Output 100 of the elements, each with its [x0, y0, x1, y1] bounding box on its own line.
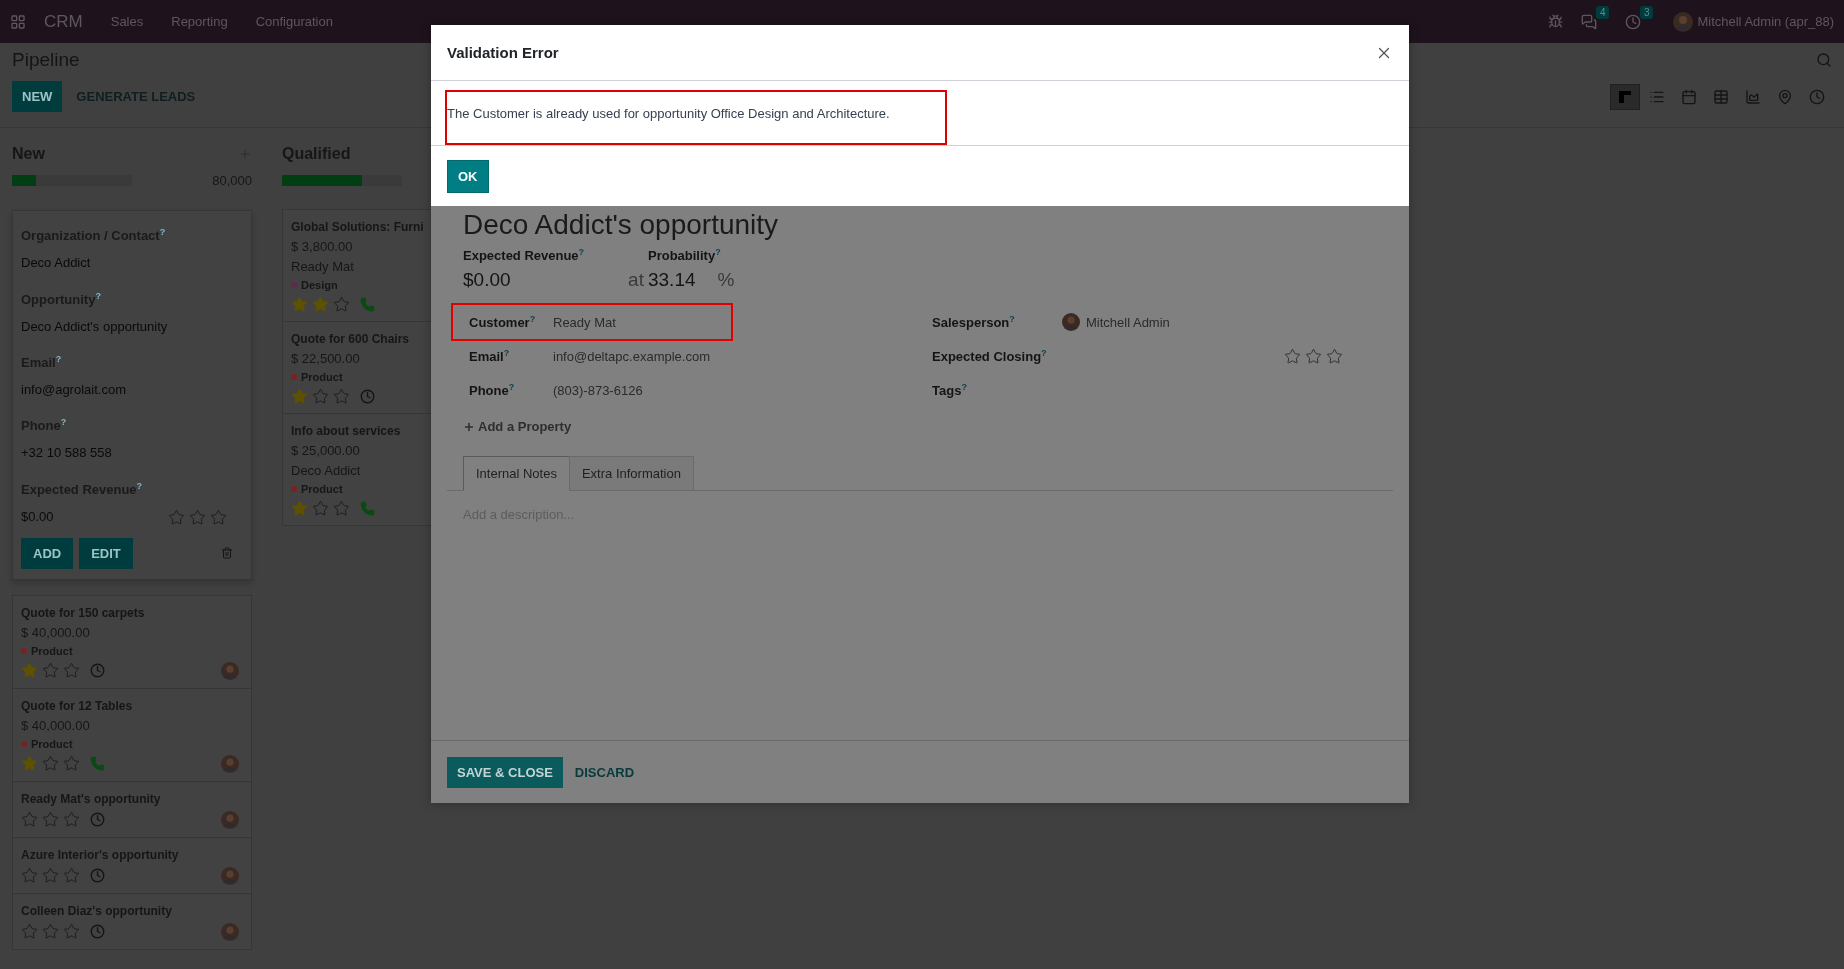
bug-icon[interactable] [1548, 14, 1564, 29]
messages-icon[interactable] [1581, 13, 1598, 30]
priority-stars[interactable] [291, 296, 350, 313]
form-field: Email$^{?}$ info@deltapc.example.com [453, 339, 920, 374]
avatar [221, 661, 239, 680]
table-icon [1713, 88, 1729, 105]
star-icon[interactable] [333, 388, 350, 405]
quick-create-button[interactable]: ADD [21, 537, 74, 569]
app-name[interactable]: CRM [34, 11, 93, 32]
star-icon[interactable] [333, 296, 350, 313]
revenue-value[interactable]: $0.00 [463, 269, 585, 292]
phone-icon[interactable] [360, 297, 375, 312]
field-value[interactable]: Deco Addict [21, 255, 243, 271]
star-icon[interactable] [21, 662, 38, 680]
activity-icon[interactable] [1625, 13, 1642, 30]
clock-icon[interactable] [90, 663, 105, 679]
star-icon[interactable] [42, 867, 59, 885]
star-icon[interactable] [63, 867, 80, 885]
at-label: at [628, 269, 644, 292]
clock-icon[interactable] [360, 389, 375, 404]
star-icon[interactable] [312, 500, 329, 517]
star-icon[interactable] [312, 296, 329, 313]
star-icon[interactable] [210, 508, 227, 526]
star-icon[interactable] [63, 755, 80, 773]
avatar [1673, 11, 1694, 32]
salesperson-value[interactable]: Mitchell Admin [1086, 314, 1170, 330]
field-label: Expected Closing$^{?}$ [932, 348, 1048, 365]
star-icon[interactable] [42, 811, 59, 829]
field-label: Phone$^{?}$ [21, 417, 68, 434]
field-value[interactable]: $0.00 [21, 508, 54, 524]
star-icon[interactable] [63, 662, 80, 680]
trash-icon[interactable] [221, 547, 233, 560]
discard-button[interactable]: DISCARD [570, 756, 639, 788]
clock-icon[interactable] [90, 812, 105, 828]
map-pin-icon [1777, 88, 1793, 105]
field-label: Salesperson$^{?}$ [932, 314, 1016, 331]
priority-stars[interactable] [21, 662, 80, 680]
view-switch-button[interactable] [1610, 83, 1640, 110]
priority-stars[interactable] [1284, 347, 1343, 365]
menu-item[interactable]: Configuration [245, 14, 343, 29]
priority-stars[interactable] [21, 923, 80, 941]
star-icon[interactable] [42, 662, 59, 680]
star-icon[interactable] [1284, 347, 1301, 365]
apps-menu-icon[interactable] [10, 13, 26, 30]
highlighted-field: Customer$^{?}$ Ready Mat [453, 305, 731, 340]
star-icon[interactable] [63, 811, 80, 829]
quick-create-button[interactable]: EDIT [79, 537, 133, 569]
tab[interactable]: Extra Information [568, 456, 694, 492]
clock-icon[interactable] [90, 868, 105, 884]
star-icon[interactable] [21, 923, 38, 941]
avatar [1062, 313, 1080, 332]
activity-count: 3 [1639, 5, 1654, 19]
percent-sign: % [717, 269, 735, 292]
star-icon[interactable] [21, 755, 38, 773]
field-label: Probability$^{?}$ [647, 247, 722, 264]
field-value[interactable]: +32 10 588 558 [21, 445, 243, 461]
star-icon[interactable] [42, 755, 59, 773]
phone-icon[interactable] [90, 756, 105, 772]
probability-value[interactable]: 33.14 [647, 269, 696, 292]
priority-stars[interactable] [291, 388, 350, 405]
star-icon[interactable] [42, 923, 59, 941]
star-icon[interactable] [63, 923, 80, 941]
field-label: Tags$^{?}$ [932, 382, 968, 399]
plus-icon [463, 420, 475, 433]
tab[interactable]: Internal Notes [463, 456, 570, 492]
clock-icon[interactable] [90, 924, 105, 940]
star-icon[interactable] [168, 508, 185, 526]
dialog-title: Validation Error [447, 44, 559, 61]
star-icon[interactable] [291, 388, 308, 405]
avatar [221, 754, 239, 773]
star-icon[interactable] [189, 508, 206, 526]
star-icon[interactable] [312, 388, 329, 405]
star-icon[interactable] [1326, 347, 1343, 365]
new-button[interactable]: NEW [12, 81, 63, 112]
priority-stars[interactable] [21, 755, 80, 773]
star-icon[interactable] [333, 500, 350, 517]
priority-stars[interactable] [168, 508, 227, 526]
menu-item[interactable]: Reporting [161, 14, 238, 29]
priority-stars[interactable] [21, 867, 80, 885]
priority-stars[interactable] [21, 811, 80, 829]
star-icon[interactable] [21, 811, 38, 829]
star-icon[interactable] [21, 867, 38, 885]
star-icon[interactable] [1305, 347, 1322, 365]
save-close-button[interactable]: SAVE & CLOSE [447, 756, 563, 788]
star-icon[interactable] [291, 500, 308, 517]
star-icon[interactable] [291, 296, 308, 313]
menu-item[interactable]: Sales [100, 14, 154, 29]
priority-stars[interactable] [291, 500, 350, 517]
user-menu[interactable]: Mitchell Admin (apr_88) [1697, 14, 1834, 29]
phone-icon[interactable] [360, 501, 375, 516]
avatar [221, 922, 239, 941]
field-label: Expected Revenue$^{?}$ [463, 247, 585, 264]
ok-button[interactable]: OK [447, 159, 489, 193]
field-value[interactable]: Deco Addict's opportunity [21, 318, 243, 334]
avatar [221, 866, 239, 885]
search-icon[interactable] [1816, 52, 1832, 68]
kanban-icon [1617, 88, 1633, 105]
add-property-button[interactable]: Add a Property [463, 419, 572, 435]
field-value[interactable]: info@agrolait.com [21, 382, 243, 397]
form-title: Deco Addict's opportunity [462, 209, 779, 241]
